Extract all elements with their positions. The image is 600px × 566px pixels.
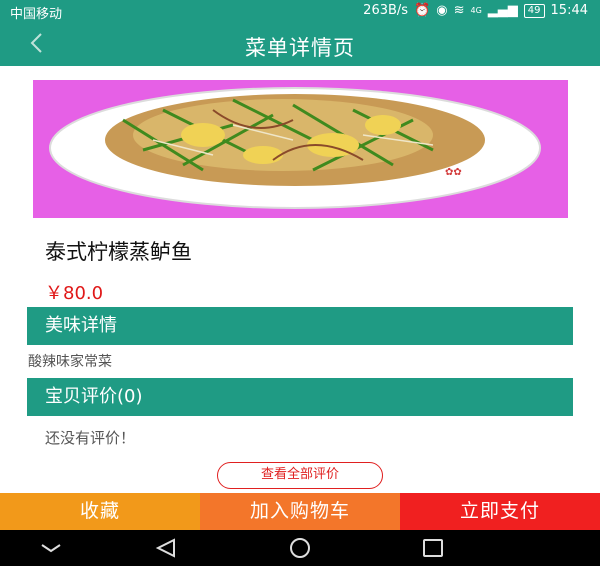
view-all-reviews-button[interactable]: 查看全部评价 bbox=[217, 462, 383, 489]
square-recents-icon bbox=[423, 539, 443, 557]
chevron-down-icon bbox=[41, 544, 61, 553]
eye-icon: ◉ bbox=[436, 3, 448, 18]
carrier-label: 中国移动 bbox=[10, 7, 63, 22]
signal-icon: ▂▄▆ bbox=[487, 3, 518, 18]
review-section-header: 宝贝评价(0) bbox=[27, 378, 573, 416]
favorite-button[interactable]: 收藏 bbox=[0, 493, 200, 530]
page-title: 菜单详情页 bbox=[245, 36, 355, 60]
alarm-icon: ⏰ bbox=[414, 3, 431, 18]
nav-recents-button[interactable] bbox=[418, 536, 448, 560]
no-review-text: 还没有评价！ bbox=[45, 429, 136, 447]
nav-home-button[interactable] bbox=[285, 536, 315, 560]
circle-home-icon bbox=[290, 538, 310, 558]
nav-back-button[interactable] bbox=[152, 536, 182, 560]
dish-name: 泰式柠檬蒸鲈鱼 bbox=[45, 240, 192, 264]
taste-section-header: 美味详情 bbox=[27, 307, 573, 345]
dish-price: ￥80.0 bbox=[45, 283, 104, 304]
title-bar: 菜单详情页 bbox=[0, 22, 600, 66]
status-icons: 263B/s ⏰ ◉ ≋ 4G ▂▄▆ 49 15:44 bbox=[363, 3, 588, 18]
wifi-icon: ≋ bbox=[453, 3, 465, 18]
taste-description: 酸辣味家常菜 bbox=[28, 354, 112, 370]
nav-hide-keyboard-button[interactable] bbox=[36, 536, 66, 560]
system-nav-bar bbox=[0, 530, 600, 566]
noodle-dish-illustration: ✿✿ bbox=[49, 87, 541, 209]
action-bar: 收藏 加入购物车 立即支付 bbox=[0, 493, 600, 530]
clock: 15:44 bbox=[550, 3, 588, 18]
battery-icon: 49 bbox=[523, 3, 545, 18]
network-type: 4G bbox=[470, 6, 482, 15]
svg-text:✿✿: ✿✿ bbox=[445, 167, 462, 178]
status-bar: 中国移动 263B/s ⏰ ◉ ≋ 4G ▂▄▆ 49 15:44 bbox=[0, 0, 600, 22]
triangle-back-icon bbox=[155, 538, 175, 558]
pay-now-button[interactable]: 立即支付 bbox=[400, 493, 600, 530]
network-speed: 263B/s bbox=[363, 3, 409, 18]
dish-image: ✿✿ bbox=[33, 80, 568, 218]
add-to-cart-button[interactable]: 加入购物车 bbox=[200, 493, 400, 530]
